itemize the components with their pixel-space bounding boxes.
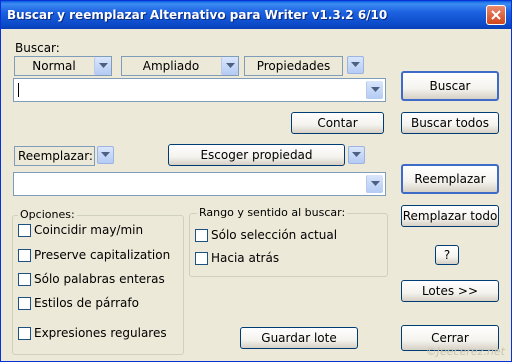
checkbox-backwards[interactable] bbox=[195, 252, 208, 265]
choose-property-button-label: Escoger propiedad bbox=[200, 148, 313, 162]
checkbox-match-case-label: Coincidir may/min bbox=[34, 223, 144, 237]
replace-mode-dropdown-button[interactable] bbox=[97, 146, 114, 164]
replace-mode-value: Reemplazar: bbox=[18, 149, 93, 163]
search-mode-normal-value: Normal bbox=[32, 59, 76, 73]
chevron-down-icon[interactable] bbox=[221, 57, 238, 75]
help-button-label: ? bbox=[443, 248, 451, 262]
choose-property-button[interactable]: Escoger propiedad bbox=[168, 144, 345, 166]
checkbox-selection-only[interactable] bbox=[195, 229, 208, 242]
text-caret bbox=[18, 83, 19, 97]
properties-dropdown-button[interactable] bbox=[347, 56, 364, 74]
range-group-title: Rango y sentido al buscar: bbox=[197, 206, 348, 219]
help-button[interactable]: ? bbox=[435, 245, 459, 265]
save-batch-button[interactable]: Guardar lote bbox=[240, 327, 358, 349]
chevron-down-icon bbox=[352, 152, 361, 157]
chevron-down-icon bbox=[101, 152, 110, 157]
replace-mode-select[interactable]: Reemplazar: bbox=[14, 146, 95, 166]
checkbox-preserve-capitalization[interactable] bbox=[18, 249, 31, 262]
close-window-button[interactable] bbox=[486, 5, 506, 25]
search-history-dropdown[interactable] bbox=[366, 81, 383, 99]
checkbox-match-case[interactable] bbox=[18, 224, 31, 237]
checkbox-whole-words[interactable] bbox=[18, 273, 31, 286]
checkbox-selection-only-label: Sólo selección actual bbox=[211, 228, 338, 242]
count-button-label: Contar bbox=[317, 116, 358, 130]
find-button[interactable]: Buscar bbox=[401, 71, 499, 101]
chevron-down-icon[interactable] bbox=[94, 57, 111, 75]
choose-property-dropdown-button[interactable] bbox=[348, 146, 365, 164]
batches-button-label: Lotes >> bbox=[421, 284, 479, 298]
replace-button[interactable]: Reemplazar bbox=[401, 164, 499, 194]
window-title: Buscar y reemplazar Alternativo para Wri… bbox=[7, 8, 388, 22]
replace-input[interactable] bbox=[13, 172, 386, 196]
replace-history-dropdown[interactable] bbox=[366, 175, 383, 193]
search-mode-properties-select[interactable]: Propiedades bbox=[244, 56, 343, 76]
replace-button-label: Reemplazar bbox=[414, 172, 486, 186]
checkbox-regular-expressions[interactable] bbox=[18, 327, 31, 340]
checkbox-regular-expressions-label: Expresiones regulares bbox=[34, 326, 167, 340]
checkbox-paragraph-styles[interactable] bbox=[18, 297, 31, 310]
search-mode-extended-value: Ampliado bbox=[142, 59, 200, 73]
title-bar[interactable]: Buscar y reemplazar Alternativo para Wri… bbox=[1, 1, 511, 29]
checkbox-whole-words-label: Sólo palabras enteras bbox=[34, 272, 165, 286]
save-batch-button-label: Guardar lote bbox=[261, 331, 337, 345]
checkbox-preserve-capitalization-label: Preserve capitalization bbox=[34, 248, 171, 262]
options-group-title: Opciones: bbox=[18, 208, 77, 221]
replace-all-button-label: Remplazar todo bbox=[402, 209, 498, 223]
search-mode-extended-select[interactable]: Ampliado bbox=[121, 56, 239, 76]
find-replace-dialog: Buscar y reemplazar Alternativo para Wri… bbox=[0, 0, 512, 362]
batches-button[interactable]: Lotes >> bbox=[401, 280, 499, 302]
find-all-button[interactable]: Buscar todos bbox=[401, 112, 499, 134]
search-label: Buscar: bbox=[15, 41, 60, 55]
watermark: ©Jeecerez.net bbox=[425, 345, 505, 358]
checkbox-paragraph-styles-label: Estilos de párrafo bbox=[34, 296, 139, 310]
replace-all-button[interactable]: Remplazar todo bbox=[401, 205, 499, 227]
search-input[interactable] bbox=[13, 78, 386, 102]
find-button-label: Buscar bbox=[429, 79, 471, 93]
find-all-button-label: Buscar todos bbox=[410, 116, 490, 130]
count-button[interactable]: Contar bbox=[291, 112, 384, 134]
search-mode-normal-select[interactable]: Normal bbox=[14, 56, 112, 76]
checkbox-backwards-label: Hacia atrás bbox=[211, 251, 280, 265]
close-icon bbox=[491, 10, 501, 20]
chevron-down-icon bbox=[351, 62, 360, 67]
search-mode-properties-value: Propiedades bbox=[256, 59, 331, 73]
range-group bbox=[189, 213, 388, 277]
